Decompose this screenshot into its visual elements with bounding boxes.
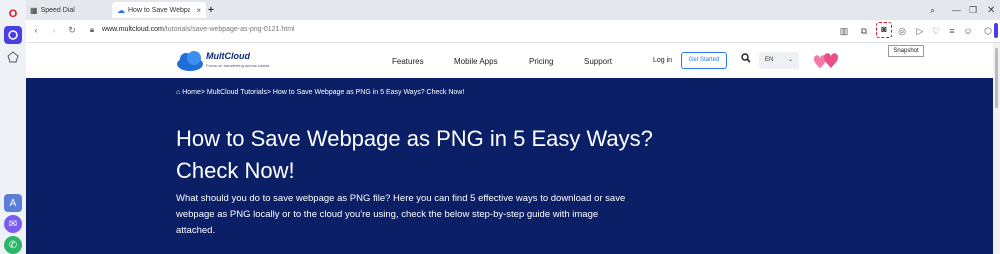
site-header: MultCloud Focus on transferring across c… — [26, 43, 1000, 78]
window-close-icon[interactable]: ✕ — [987, 2, 995, 18]
home-icon[interactable]: ⌂ — [176, 89, 180, 96]
aria-icon[interactable] — [4, 26, 22, 44]
messenger-icon[interactable]: ✉ — [4, 215, 22, 233]
tab-bar: ▦ Speed Dial ☁ How to Save Webpage as × … — [26, 0, 1000, 20]
breadcrumb: ⌂ Home> MultCloud Tutorials> How to Save… — [176, 89, 464, 96]
app-store-icon[interactable]: A — [4, 194, 22, 212]
pinboard-icon[interactable] — [4, 48, 22, 66]
heart-icon[interactable]: ♡ — [930, 25, 942, 37]
cube-icon[interactable]: ⬡ — [982, 25, 994, 37]
scrollbar-thumb[interactable] — [995, 48, 998, 108]
new-tab-button[interactable]: + — [208, 2, 214, 18]
snapshot-button[interactable]: ◙ — [876, 22, 892, 38]
player-icon[interactable]: ▷ — [914, 25, 926, 37]
close-icon[interactable]: × — [196, 6, 201, 15]
page-description: What should you do to save webpage as PN… — [176, 193, 626, 236]
breadcrumb-home[interactable]: Home> — [182, 89, 205, 96]
lock-icon: 🔒︎ — [89, 25, 95, 34]
forward-icon[interactable]: › — [48, 25, 60, 35]
reload-icon[interactable]: ↻ — [66, 25, 78, 36]
nav-features[interactable]: Features — [392, 57, 424, 66]
cloud-icon: ☁ — [117, 5, 125, 15]
snapshot-tooltip: Snapshot — [888, 45, 924, 57]
profile-icon[interactable]: ☺ — [962, 25, 974, 37]
login-link[interactable]: Log in — [653, 57, 672, 64]
multcloud-logo[interactable]: MultCloud Focus on transferring across c… — [176, 49, 296, 73]
vpn-icon[interactable]: ◎ — [896, 25, 908, 37]
nav-pricing[interactable]: Pricing — [529, 57, 553, 66]
nav-mobile-apps[interactable]: Mobile Apps — [454, 57, 498, 66]
reader-icon[interactable]: ▥ — [838, 25, 850, 37]
back-icon[interactable]: ‹ — [30, 25, 42, 35]
tab-active[interactable]: ☁ How to Save Webpage as × — [112, 2, 206, 18]
minimize-icon[interactable]: — — [952, 2, 961, 18]
restore-icon[interactable]: ❐ — [969, 2, 977, 18]
sidebar-accent — [994, 23, 998, 38]
extension-icon[interactable]: ⧉ — [858, 25, 870, 37]
address-field[interactable]: www.multcloud.com/tutorials/save-webpage… — [102, 26, 295, 33]
tab-speed-dial[interactable]: ▦ Speed Dial — [30, 2, 75, 18]
webpage: MultCloud Focus on transferring across c… — [26, 43, 1000, 254]
breadcrumb-trail[interactable]: MultCloud Tutorials> How to Save Webpage… — [207, 89, 464, 96]
browser-sidebar: O A ✉ ✆ — [0, 0, 26, 254]
cloud-logo-icon — [177, 51, 203, 71]
get-started-button[interactable]: Get Started — [681, 52, 727, 69]
grid-icon: ▦ — [30, 5, 38, 15]
whatsapp-icon[interactable]: ✆ — [4, 236, 22, 254]
page-title: How to Save Webpage as PNG in 5 Easy Way… — [176, 126, 653, 183]
language-select[interactable]: EN ⌄ — [759, 52, 799, 69]
chevron-down-icon: ⌄ — [787, 57, 793, 63]
hero-section: ⌂ Home> MultCloud Tutorials> How to Save… — [26, 78, 1000, 254]
address-toolbar: ‹ › ↻ 🔒︎ www.multcloud.com/tutorials/sav… — [26, 20, 1000, 43]
search-tabs-icon[interactable]: ⌕ — [930, 2, 935, 18]
nav-support[interactable]: Support — [584, 57, 612, 66]
opera-logo-icon[interactable]: O — [4, 5, 22, 23]
promo-banner-image[interactable] — [808, 49, 844, 73]
camera-icon: ◙ — [881, 24, 887, 34]
search-icon[interactable] — [738, 53, 754, 69]
menu-icon[interactable]: ≡ — [946, 25, 958, 37]
